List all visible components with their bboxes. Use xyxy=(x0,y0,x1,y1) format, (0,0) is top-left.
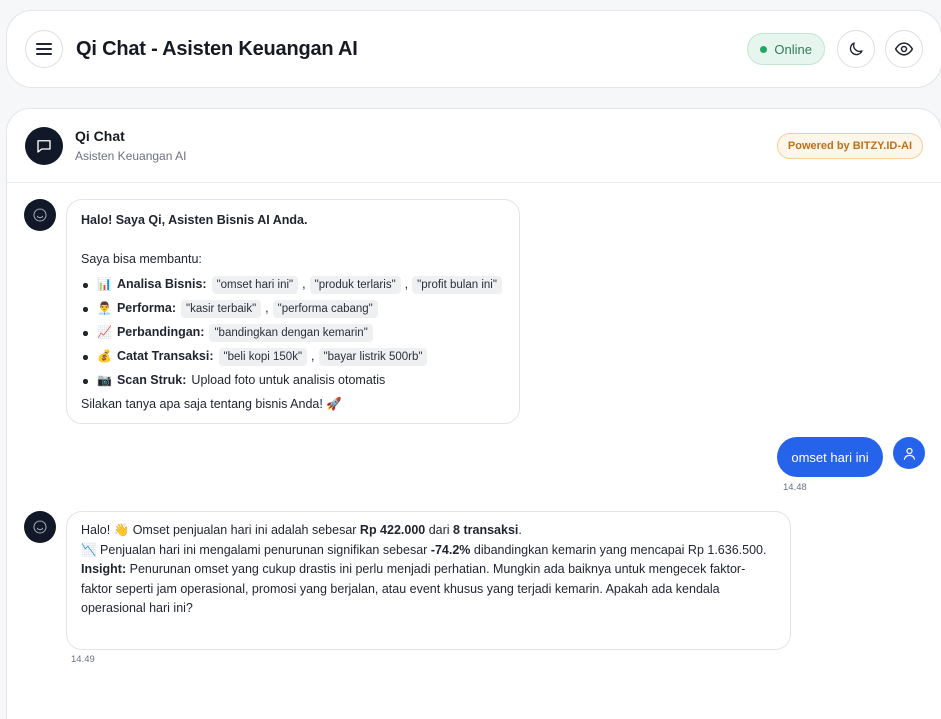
reply-text: Halo! 👋 Omset penjualan hari ini adalah … xyxy=(81,523,360,537)
suggestion-chip[interactable]: "profit bulan ini" xyxy=(412,275,502,294)
bot-avatar-small xyxy=(24,511,56,543)
insight-text: Penurunan omset yang cukup drastis ini p… xyxy=(81,562,746,615)
capability-list: 📊 Analisa Bisnis: "omset hari ini", "pro… xyxy=(81,275,505,391)
chat-header: Qi Chat Asisten Keuangan AI Powered by B… xyxy=(7,109,941,183)
smile-icon xyxy=(33,520,47,534)
chat-bubble-icon xyxy=(37,139,51,153)
reply-line-1: Halo! 👋 Omset penjualan hari ini adalah … xyxy=(81,521,776,541)
powered-by-badge: Powered by BITZY.ID-AI xyxy=(776,132,923,159)
capability-label: Analisa Bisnis: xyxy=(116,277,207,291)
reply-text: dari xyxy=(425,523,454,537)
chat-panel: Qi Chat Asisten Keuangan AI Powered by B… xyxy=(6,108,941,719)
reply-text: dibandingkan kemarin yang mencapai Rp 1.… xyxy=(470,542,767,557)
capability-item: 📈 Perbandingan: "bandingkan dengan kemar… xyxy=(81,323,505,343)
camera-icon: 📷 xyxy=(97,373,112,387)
capability-label: Performa: xyxy=(116,301,176,315)
capability-item: 💰 Catat Transaksi: "beli kopi 150k", "ba… xyxy=(81,347,505,367)
online-dot-icon xyxy=(760,45,768,53)
suggestion-chip[interactable]: "bandingkan dengan kemarin" xyxy=(209,323,373,342)
reply-insight: Insight: Penurunan omset yang cukup dras… xyxy=(81,560,776,619)
suggestion-chip[interactable]: "performa cabang" xyxy=(272,299,378,318)
bot-avatar xyxy=(25,126,63,165)
capability-label: Perbandingan: xyxy=(116,325,205,339)
welcome-outro: Silakan tanya apa saja tentang bisnis An… xyxy=(81,397,342,411)
bot-message-welcome: Halo! Saya Qi, Asisten Bisnis AI Anda. S… xyxy=(66,199,520,424)
user-avatar xyxy=(893,437,925,469)
trend-up-icon: 📈 xyxy=(97,325,112,339)
percent-change: -74.2% xyxy=(430,542,471,557)
help-label: Saya bisa membantu: xyxy=(81,251,202,266)
page-title: Qi Chat - Asisten Keuangan AI xyxy=(76,37,358,60)
reply-line-2: 📉 Penjualan hari ini mengalami penurunan… xyxy=(81,541,776,561)
chat-subtitle: Asisten Keuangan AI xyxy=(75,149,187,163)
smile-icon xyxy=(33,208,47,222)
capability-item: 📊 Analisa Bisnis: "omset hari ini", "pro… xyxy=(81,275,505,295)
bot-message-reply: Halo! 👋 Omset penjualan hari ini adalah … xyxy=(66,511,791,650)
transaction-count: 8 transaksi xyxy=(453,523,519,537)
visibility-toggle[interactable] xyxy=(885,30,923,68)
capability-item: 👨‍💼 Performa: "kasir terbaik", "performa… xyxy=(81,299,505,319)
reply-text: . xyxy=(518,523,522,537)
eye-icon xyxy=(894,42,914,56)
user-message-time: 14.48 xyxy=(783,482,807,493)
office-worker-icon: 👨‍💼 xyxy=(97,301,112,315)
menu-button[interactable] xyxy=(25,30,63,68)
top-bar: Qi Chat - Asisten Keuangan AI Online xyxy=(6,10,941,88)
capability-text: Upload foto untuk analisis otomatis xyxy=(191,373,386,387)
money-bag-icon: 💰 xyxy=(97,349,112,363)
revenue-amount: Rp 422.000 xyxy=(359,523,426,537)
reply-text: 📉 Penjualan hari ini mengalami penurunan… xyxy=(81,542,431,557)
hamburger-icon xyxy=(36,43,52,55)
welcome-intro: Halo! Saya Qi, Asisten Bisnis AI Anda. xyxy=(81,213,308,227)
capability-item: 📷 Scan Struk: Upload foto untuk analisis… xyxy=(81,371,505,391)
suggestion-chip[interactable]: "produk terlaris" xyxy=(309,275,401,294)
chat-name: Qi Chat xyxy=(75,128,125,144)
chart-icon: 📊 xyxy=(97,277,112,291)
suggestion-chip[interactable]: "beli kopi 150k" xyxy=(218,347,308,366)
status-label: Online xyxy=(774,41,812,57)
user-message: omset hari ini xyxy=(777,437,883,477)
suggestion-chip[interactable]: "kasir terbaik" xyxy=(181,299,262,318)
bot-message-time: 14.49 xyxy=(71,654,95,665)
suggestion-chip[interactable]: "omset hari ini" xyxy=(211,275,299,294)
status-badge: Online xyxy=(747,33,825,65)
dark-mode-toggle[interactable] xyxy=(837,30,875,68)
moon-icon xyxy=(849,42,863,56)
user-icon xyxy=(903,447,915,460)
bot-avatar-small xyxy=(24,199,56,231)
capability-label: Catat Transaksi: xyxy=(116,349,214,363)
insight-label: Insight: xyxy=(81,562,127,576)
suggestion-chip[interactable]: "bayar listrik 500rb" xyxy=(318,347,428,366)
capability-label: Scan Struk: xyxy=(116,373,187,387)
